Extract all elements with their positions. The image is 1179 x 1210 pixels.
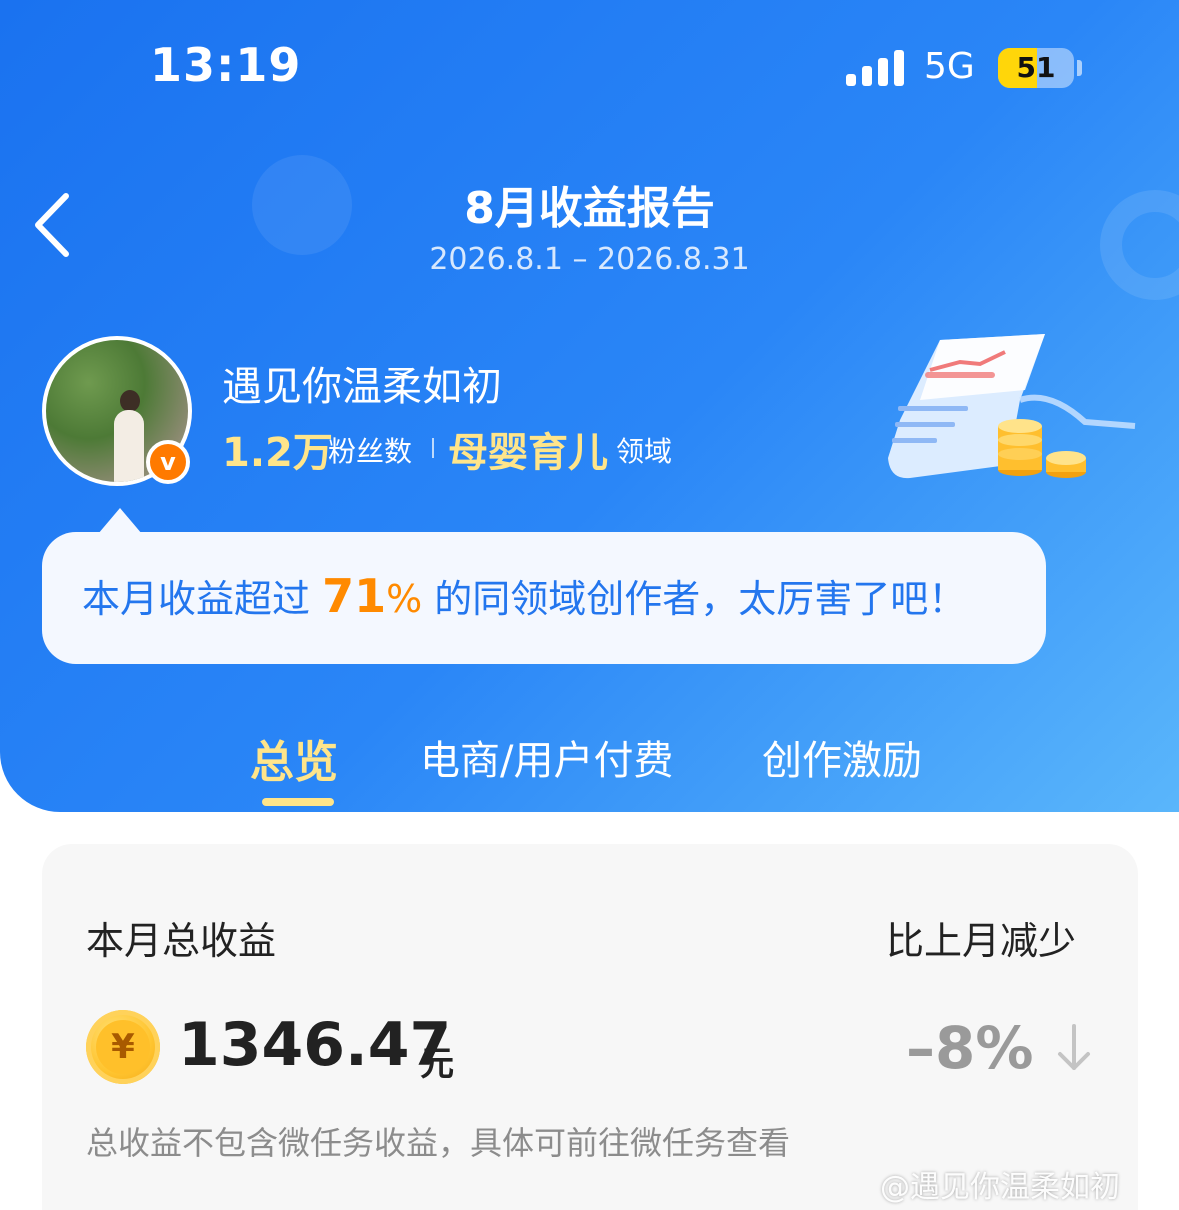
page-title: 8月收益报告 [464,183,715,234]
total-income-amount: 1346.47 [178,1010,452,1080]
divider [432,438,434,458]
signal-strength-icon [846,50,906,86]
yuan-symbol: ¥ [96,1020,150,1074]
fans-count: 1.2万 [222,430,333,476]
compare-label: 比上月减少 [886,919,1077,963]
battery-icon: 51 [998,48,1074,88]
income-note: 总收益不包含微任务收益，具体可前往微任务查看 [86,1124,791,1162]
currency-unit: 元 [420,1044,454,1084]
bubble-tail [98,508,142,534]
status-time: 13:19 [150,38,302,92]
avatar-figure-head [120,390,140,412]
achievement-suffix: 的同领域创作者，太厉害了吧！ [422,577,967,621]
verified-badge-icon: v [146,440,190,484]
active-tab-indicator [262,798,334,806]
income-report-illustration-icon [888,334,1136,479]
achievement-text: 本月收益超过 71% 的同领域创作者，太厉害了吧！ [82,568,966,623]
watermark: @遇见你温柔如初 [880,1170,1120,1205]
user-name: 遇见你温柔如初 [222,364,502,410]
domain-suffix: 领域 [616,435,673,468]
battery-tip [1077,60,1082,76]
date-range: 2026.8.1 – 2026.8.31 [429,242,750,277]
domain-name: 母婴育儿 [448,430,608,476]
tab-creation-incentive[interactable]: 创作激励 [762,728,922,786]
avatar-figure-body [114,410,144,482]
achievement-percent: 71 [322,569,387,623]
tab-overview[interactable]: 总览 [250,726,338,790]
fans-label: 粉丝数 [328,435,413,468]
battery-percent: 51 [1016,51,1056,84]
achievement-prefix: 本月收益超过 [82,577,323,621]
achievement-percent-sign: % [386,577,423,621]
arrow-down-icon [1058,1024,1090,1070]
total-income-title: 本月总收益 [86,919,277,963]
change-percent: –8% [906,1014,1034,1082]
network-type: 5G [924,46,975,87]
tab-ecommerce-payments[interactable]: 电商/用户付费 [420,728,673,786]
